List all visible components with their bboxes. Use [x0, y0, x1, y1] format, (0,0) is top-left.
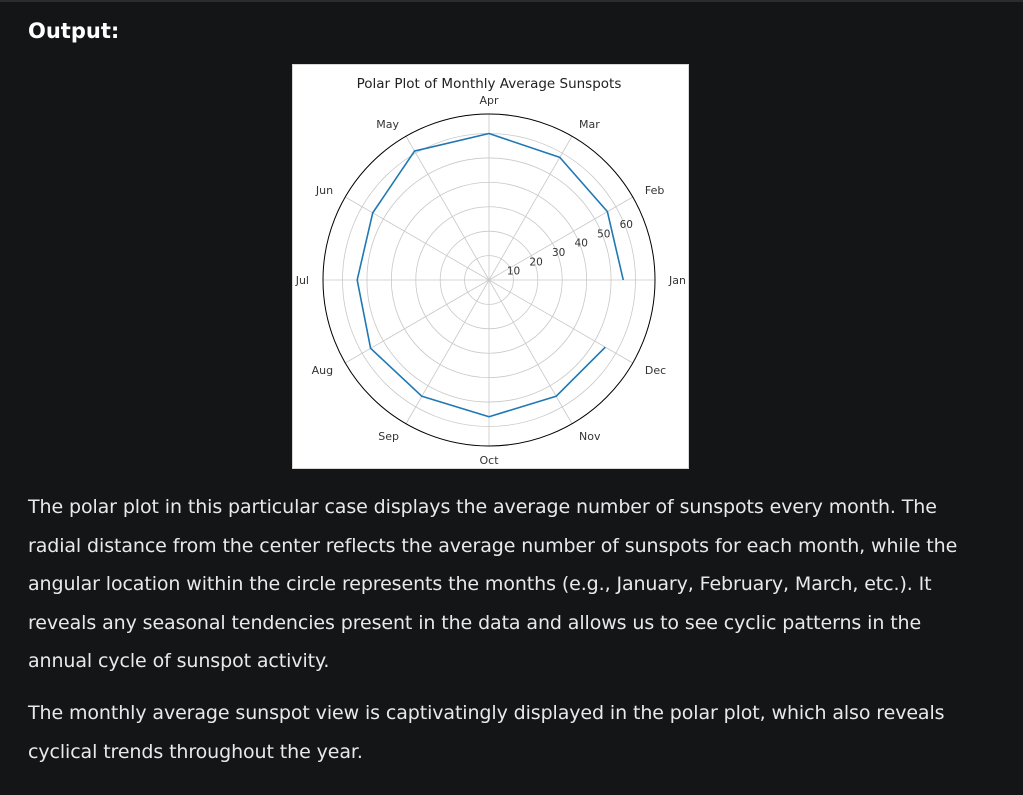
grid-layer	[322, 113, 656, 447]
description-paragraph-2: The monthly average sunspot view is capt…	[28, 702, 945, 763]
month-label-aug: Aug	[312, 364, 333, 377]
month-label-feb: Feb	[645, 184, 664, 197]
top-divider	[0, 0, 1023, 2]
series-line-0	[356, 132, 625, 418]
radial-tick-label-50: 50	[597, 228, 610, 240]
output-heading: Output:	[28, 19, 120, 43]
series-layer	[356, 132, 625, 418]
month-label-oct: Oct	[479, 454, 499, 467]
month-label-jun: Jun	[315, 184, 333, 197]
description-paragraph-1: The polar plot in this particular case d…	[28, 496, 958, 672]
radial-tick-label-20: 20	[529, 256, 542, 268]
polar-chart: Polar Plot of Monthly Average Sunspots 1…	[295, 76, 686, 467]
month-label-nov: Nov	[579, 430, 601, 443]
chart-title: Polar Plot of Monthly Average Sunspots	[357, 76, 622, 92]
radial-tick-label-40: 40	[575, 238, 588, 250]
month-label-jan: Jan	[668, 274, 686, 287]
month-label-jul: Jul	[295, 274, 309, 287]
month-label-sep: Sep	[378, 430, 399, 443]
month-label-apr: Apr	[479, 94, 499, 107]
polar-plot-figure: Polar Plot of Monthly Average Sunspots 1…	[292, 64, 689, 469]
month-label-dec: Dec	[645, 364, 666, 377]
month-label-mar: Mar	[579, 118, 600, 131]
radial-tick-label-60: 60	[620, 219, 633, 231]
radial-tick-label-30: 30	[552, 247, 565, 259]
month-label-may: May	[376, 118, 399, 131]
radial-tick-label-10: 10	[507, 266, 520, 278]
